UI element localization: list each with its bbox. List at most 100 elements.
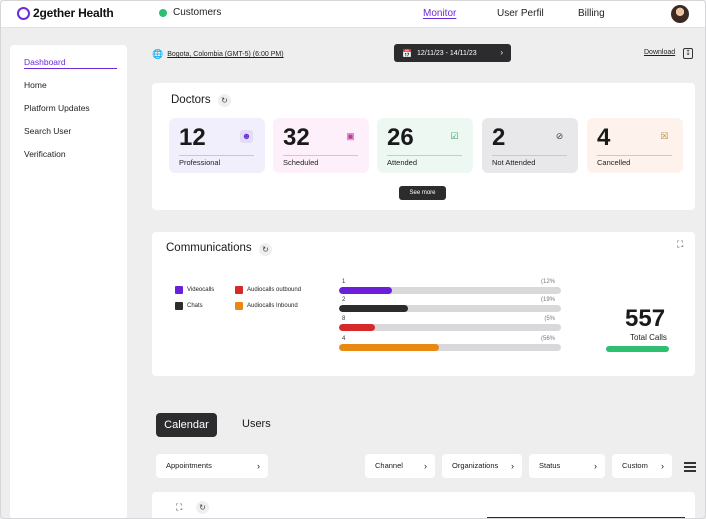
bar-percent: (19% bbox=[540, 297, 555, 303]
stat-label: Not Attended bbox=[492, 158, 536, 167]
bar-index: 4 bbox=[342, 336, 346, 342]
app-logo[interactable]: 2gether Health bbox=[17, 6, 114, 20]
sidebar-item-search-user[interactable]: Search User bbox=[24, 126, 71, 136]
refresh-icon[interactable]: ↻ bbox=[218, 94, 231, 107]
legend-audiocalls-outbound: Audiocalls outbound bbox=[235, 286, 301, 294]
stat-label: Cancelled bbox=[597, 158, 631, 167]
stat-divider bbox=[492, 155, 567, 156]
chevron-right-icon: › bbox=[594, 461, 597, 471]
custom-filter[interactable]: Custom › bbox=[612, 454, 672, 478]
bar-percent: (56% bbox=[540, 336, 555, 342]
nav-billing[interactable]: Billing bbox=[578, 8, 605, 19]
chevron-right-icon: › bbox=[511, 461, 514, 471]
channel-label: Channel bbox=[375, 461, 403, 470]
app-frame: 2gether Health Customers Monitor User Pe… bbox=[0, 0, 706, 519]
tab-users[interactable]: Users bbox=[242, 418, 271, 430]
bar-track bbox=[339, 305, 561, 312]
stat-divider bbox=[283, 155, 358, 156]
sidebar-active-underline bbox=[24, 68, 117, 69]
organizations-filter[interactable]: Organizations › bbox=[442, 454, 522, 478]
stat-label: Scheduled bbox=[283, 158, 319, 167]
nav-monitor[interactable]: Monitor bbox=[423, 8, 456, 19]
calendar-plus-icon: ▣ bbox=[346, 131, 355, 141]
stat-divider bbox=[387, 155, 462, 156]
stat-value: 2 bbox=[492, 124, 506, 151]
organizations-label: Organizations bbox=[452, 461, 499, 470]
stat-card-professional[interactable]: 12 ☻ Professional bbox=[169, 118, 265, 173]
download-icon[interactable]: ↧ bbox=[683, 48, 693, 59]
stat-label: Attended bbox=[387, 158, 418, 167]
bar-fill bbox=[339, 305, 408, 312]
legend-label: Audiocalls outbound bbox=[247, 287, 302, 293]
avatar[interactable] bbox=[671, 5, 689, 23]
expand-icon[interactable]: ⛶ bbox=[677, 239, 683, 250]
logo-ring-icon bbox=[17, 6, 30, 20]
stat-divider bbox=[179, 155, 254, 156]
chevron-right-icon: › bbox=[424, 461, 427, 471]
sidebar-item-verification[interactable]: Verification bbox=[24, 149, 66, 159]
status-label: Status bbox=[539, 461, 561, 470]
bar-percent: (5% bbox=[544, 316, 555, 322]
menu-icon[interactable] bbox=[684, 462, 696, 474]
chevron-right-icon: › bbox=[661, 461, 664, 471]
legend-swatch bbox=[235, 286, 243, 294]
bar-index: 1 bbox=[342, 279, 346, 285]
stat-card-cancelled[interactable]: 4 ☒ Cancelled bbox=[587, 118, 683, 173]
total-calls-value: 557 bbox=[625, 305, 666, 332]
sidebar-item-home[interactable]: Home bbox=[24, 80, 47, 90]
location-text: Bogota, Colombia (GMT-5) (6:00 PM) bbox=[167, 51, 284, 58]
legend-label: Chats bbox=[187, 303, 203, 309]
see-more-button[interactable]: See more bbox=[399, 186, 446, 200]
bar-track bbox=[339, 344, 561, 351]
refresh-icon[interactable]: ↻ bbox=[259, 243, 272, 256]
stat-value: 4 bbox=[597, 124, 611, 151]
legend-label: Audiocalls Inbound bbox=[247, 303, 298, 309]
sidebar: Dashboard Home Platform Updates Search U… bbox=[10, 45, 127, 518]
sidebar-item-platform-updates[interactable]: Platform Updates bbox=[24, 103, 90, 113]
total-calls-bar bbox=[606, 346, 669, 352]
stat-card-attended[interactable]: 26 ☑ Attended bbox=[377, 118, 473, 173]
status-filter[interactable]: Status › bbox=[529, 454, 605, 478]
bar-fill bbox=[339, 287, 393, 294]
calendar-x-icon: ☒ bbox=[660, 131, 669, 141]
stat-value: 12 bbox=[179, 124, 206, 151]
eye-off-icon: ⊘ bbox=[555, 131, 564, 141]
logo-text: 2gether Health bbox=[33, 6, 114, 20]
stat-card-scheduled[interactable]: 32 ▣ Scheduled bbox=[273, 118, 369, 173]
legend-swatch bbox=[175, 302, 183, 310]
refresh-icon[interactable]: ↻ bbox=[196, 501, 209, 514]
date-range-text: 12/11/23 - 14/11/23 bbox=[416, 49, 477, 57]
custom-label: Custom bbox=[622, 461, 648, 470]
stat-card-not-attended[interactable]: 2 ⊘ Not Attended bbox=[482, 118, 578, 173]
chevron-right-icon: › bbox=[257, 461, 260, 471]
bar-track bbox=[339, 324, 561, 331]
location-selector[interactable]: 🌐 Bogota, Colombia (GMT-5) (6:00 PM) bbox=[152, 49, 284, 60]
date-range-picker[interactable]: 📅 12/11/23 - 14/11/23 › bbox=[394, 44, 511, 62]
stat-divider bbox=[597, 155, 672, 156]
appointments-label: Appointments bbox=[166, 461, 212, 470]
nav-user-perfil[interactable]: User Perfil bbox=[497, 8, 544, 19]
channel-filter[interactable]: Channel › bbox=[365, 454, 435, 478]
customers-selector[interactable]: Customers bbox=[159, 7, 221, 18]
globe-icon: 🌐 bbox=[152, 49, 164, 59]
status-dot-icon bbox=[159, 8, 167, 17]
appointments-dropdown[interactable]: Appointments › bbox=[156, 454, 268, 478]
bar-fill bbox=[339, 324, 375, 331]
bar-track bbox=[339, 287, 561, 294]
communications-title: Communications bbox=[166, 242, 252, 254]
total-calls-label: Total Calls bbox=[630, 333, 667, 342]
chevron-right-icon: › bbox=[500, 48, 503, 57]
tab-calendar[interactable]: Calendar bbox=[156, 413, 217, 437]
legend-label: Videocalls bbox=[187, 287, 215, 293]
doctors-title: Doctors bbox=[171, 94, 211, 106]
stat-value: 26 bbox=[387, 124, 414, 151]
calendar-card bbox=[152, 492, 695, 518]
sidebar-item-dashboard[interactable]: Dashboard bbox=[24, 57, 66, 67]
bar-index: 2 bbox=[342, 297, 346, 303]
expand-icon[interactable]: ⛶ bbox=[176, 502, 182, 513]
stat-value: 32 bbox=[283, 124, 310, 151]
profile-icon: ☻ bbox=[240, 130, 253, 143]
legend-swatch bbox=[175, 286, 183, 294]
download-link[interactable]: Download bbox=[644, 49, 675, 56]
legend-swatch bbox=[235, 302, 243, 310]
